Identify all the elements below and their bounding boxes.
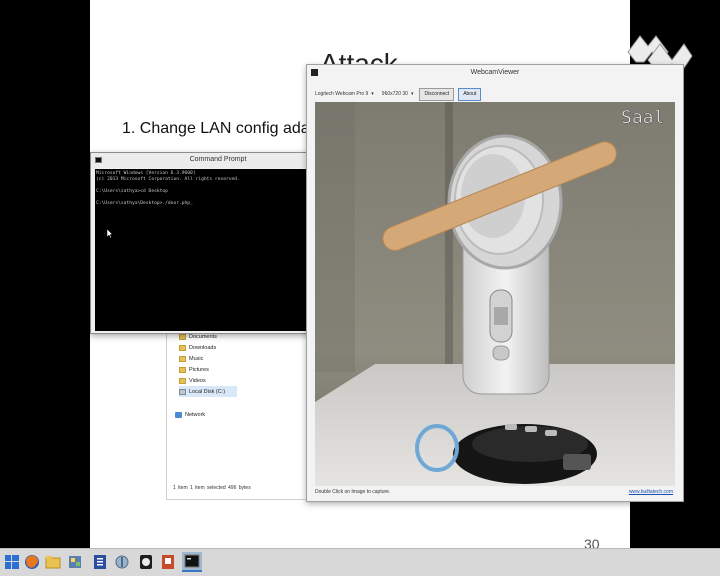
nav-item-downloads[interactable]: Downloads — [179, 342, 216, 353]
cmd-console[interactable]: Microsoft Windows [Version 6.3.9600] (c)… — [95, 169, 335, 331]
webcam-viewer-window[interactable]: WebcamViewer Logitech Webcam Pro 9 ▾ 960… — [306, 64, 684, 502]
disconnect-button[interactable]: Disconnect — [419, 87, 455, 101]
cmd-icon — [184, 554, 200, 568]
word-icon — [94, 555, 106, 569]
folder-icon — [179, 333, 186, 340]
folder-icon — [179, 344, 186, 351]
explorer-status-bar: 1 item 1 item selected 496 bytes — [173, 485, 251, 491]
nav-item-local-disk[interactable]: Local Disk (C:) — [179, 386, 238, 397]
folder-icon — [179, 366, 186, 373]
control-panel-icon — [69, 556, 81, 568]
webcam-overlay-text: Saal G — [621, 107, 675, 128]
folder-icon — [179, 355, 186, 362]
windows-start-icon — [5, 555, 19, 569]
camera-select[interactable]: Logitech Webcam Pro 9 ▾ — [313, 88, 376, 100]
about-button[interactable]: About — [458, 87, 482, 101]
chevron-down-icon: ▾ — [410, 91, 414, 97]
taskbar-word[interactable] — [90, 552, 110, 572]
webcam-toolbar: Logitech Webcam Pro 9 ▾ 960x720 30 ▾ Dis… — [313, 87, 482, 101]
taskbar-powerpoint[interactable] — [158, 552, 178, 572]
windows-start-button[interactable] — [2, 552, 22, 572]
drive-icon — [179, 388, 186, 395]
powerpoint-icon — [162, 555, 174, 569]
webcam-status-text: Double Click on Image to capture. — [315, 489, 391, 495]
mouse-cursor-icon — [107, 229, 113, 238]
cmd-line: (c) 2013 Microsoft Corporation. All righ… — [96, 177, 240, 182]
nav-item-videos[interactable]: Videos — [179, 375, 206, 386]
slide-bullet: 1. Change LAN config adapter — [122, 120, 338, 137]
file-explorer-window[interactable]: Documents Downloads Music Pictures Video… — [166, 318, 312, 500]
folder-icon — [179, 377, 186, 384]
file-explorer-icon — [45, 556, 61, 569]
taskbar-device[interactable] — [136, 552, 156, 572]
nav-item-pictures[interactable]: Pictures — [179, 364, 209, 375]
network-icon — [175, 411, 182, 418]
taskbar-file-explorer[interactable] — [43, 552, 63, 572]
cmd-line: C:\Users\sathya\Desktop>./door.php_ — [96, 201, 193, 206]
webcam-titlebar[interactable]: WebcamViewer — [307, 65, 683, 81]
chevron-down-icon: ▾ — [371, 91, 374, 97]
taskbar-firefox[interactable] — [22, 552, 42, 572]
webcam-website-link[interactable]: www.builtatech.com — [629, 489, 673, 495]
device-icon — [140, 555, 152, 569]
webcam-title: WebcamViewer — [470, 69, 520, 76]
taskbar-tool[interactable] — [112, 552, 132, 572]
slide-page-number: 30 — [584, 536, 600, 548]
cmd-line: Microsoft Windows [Version 6.3.9600] — [96, 171, 196, 176]
nav-item-music[interactable]: Music — [179, 353, 203, 364]
firefox-icon — [25, 555, 39, 569]
taskbar-command-prompt[interactable] — [182, 552, 202, 572]
taskbar-control-panel[interactable] — [65, 552, 85, 572]
tool-icon — [115, 555, 129, 569]
resolution-select[interactable]: 960x720 30 ▾ — [380, 88, 416, 100]
nav-item-network[interactable]: Network — [175, 409, 205, 420]
taskbar — [0, 548, 720, 576]
cmd-line: C:\Users\sathya>cd Desktop — [96, 189, 168, 194]
webcam-feed-image[interactable]: Saal G — [315, 102, 675, 486]
